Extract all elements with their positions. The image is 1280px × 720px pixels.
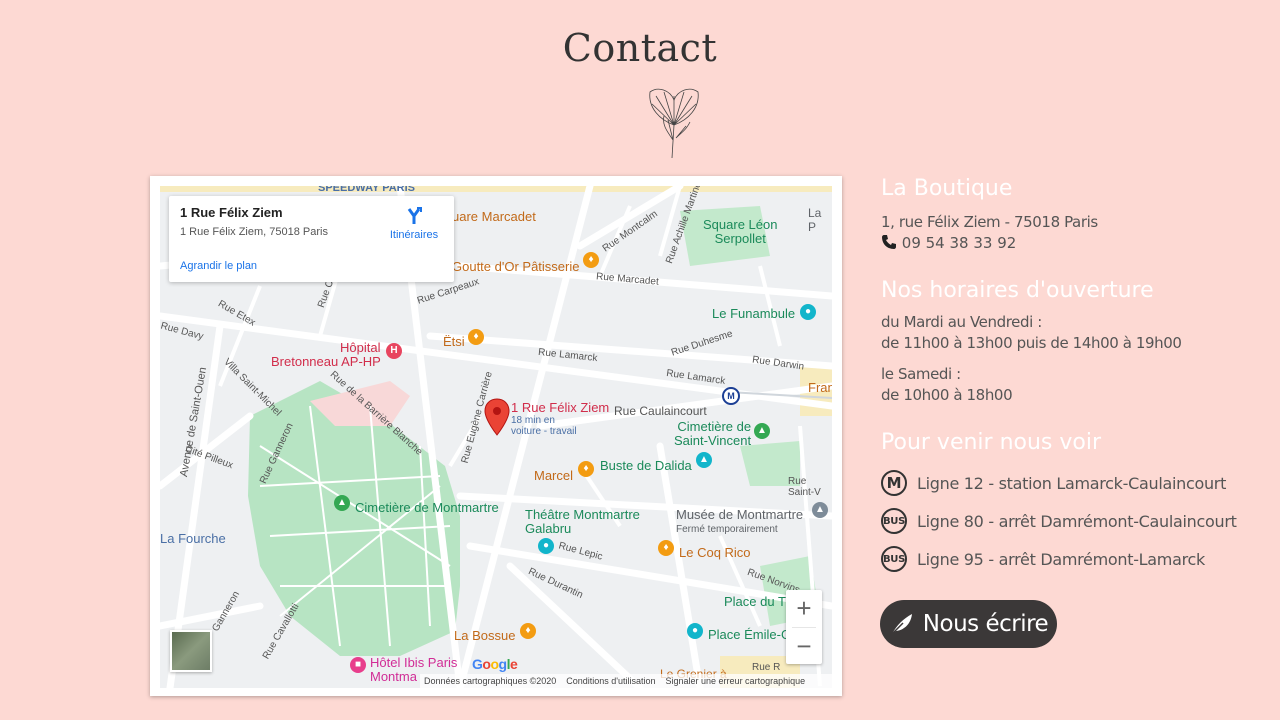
street-label: Rue Saint-V bbox=[788, 476, 821, 498]
hospital-icon[interactable]: H bbox=[386, 343, 402, 359]
directions-label: Itinéraires bbox=[389, 229, 439, 241]
info-title: 1 Rue Félix Ziem bbox=[180, 205, 283, 220]
directions-icon bbox=[407, 207, 422, 224]
park-icon[interactable]: ▲ bbox=[754, 423, 770, 439]
map-label: Fran bbox=[808, 380, 832, 395]
boutique-phone-row: 09 54 38 33 92 bbox=[881, 233, 1261, 254]
hours-saturday-times: de 10h00 à 18h00 bbox=[881, 386, 1013, 404]
info-address: 1 Rue Félix Ziem, 75018 Paris bbox=[180, 226, 328, 238]
restaurant-icon[interactable]: ♦ bbox=[520, 623, 536, 639]
theatre-icon[interactable]: ● bbox=[800, 304, 816, 320]
map-info-card: 1 Rue Félix Ziem 1 Rue Félix Ziem, 75018… bbox=[169, 196, 454, 282]
boutique-address: 1, rue Félix Ziem - 75018 Paris bbox=[881, 213, 1098, 231]
pin-travel-time: 18 min en voiture - travail bbox=[511, 415, 577, 437]
map-label: Goutte d'Or Pâtisserie bbox=[452, 259, 580, 274]
map-label: Cimetière de Saint-Vincent bbox=[674, 419, 752, 448]
google-logo: Google bbox=[472, 656, 518, 672]
contact-details: La Boutique 1, rue Félix Ziem - 75018 Pa… bbox=[881, 176, 1261, 578]
park-icon[interactable]: ▲ bbox=[334, 495, 350, 511]
map-label: Bretonneau AP-HP bbox=[271, 354, 381, 369]
hours-weekday-times: de 11h00 à 13h00 puis de 14h00 à 19h00 bbox=[881, 334, 1182, 352]
street-label: Rue R bbox=[752, 662, 781, 673]
hours-heading: Nos horaires d'ouverture bbox=[881, 278, 1154, 303]
monument-icon[interactable]: ▲ bbox=[696, 452, 712, 468]
hours-weekday-label: du Mardi au Vendredi : bbox=[881, 313, 1042, 331]
map-label: La P bbox=[808, 206, 822, 234]
map-label: La Fourche bbox=[160, 531, 226, 546]
map-label: Musée de Montmartre Fermé temporairement bbox=[676, 507, 804, 535]
boutique-phone[interactable]: 09 54 38 33 92 bbox=[902, 234, 1017, 252]
map-label: Place du T bbox=[724, 594, 786, 609]
map-label: Cimetière de Montmartre bbox=[355, 500, 499, 515]
restaurant-icon[interactable]: ♦ bbox=[468, 329, 484, 345]
map-label: uare Marcadet bbox=[452, 209, 536, 224]
transport-text: Ligne 12 - station Lamarck-Caulaincourt bbox=[917, 473, 1227, 493]
map-label: La Bossue bbox=[454, 628, 516, 643]
map-label: SPEEDWAY PARIS bbox=[318, 186, 415, 194]
map-label: Place Émile-G bbox=[708, 627, 792, 642]
metro-icon[interactable]: M bbox=[722, 387, 740, 405]
map-label: Square Léon Serpollet bbox=[703, 217, 778, 246]
transport-text: Ligne 80 - arrêt Damrémont-Caulaincourt bbox=[917, 511, 1237, 531]
map-label: Marcel bbox=[534, 468, 574, 483]
zoom-out-button[interactable]: − bbox=[786, 628, 822, 665]
map-label: Buste de Dalida bbox=[600, 458, 692, 473]
map-label: Le Funambule bbox=[712, 306, 796, 321]
directions-button[interactable]: Itinéraires bbox=[379, 206, 449, 241]
map-label: Le Coq Rico bbox=[679, 545, 751, 560]
zoom-control: + − bbox=[786, 590, 822, 664]
terms-link[interactable]: Conditions d'utilisation bbox=[566, 676, 655, 686]
transport-item: BUS Ligne 80 - arrêt Damrémont-Caulainco… bbox=[881, 502, 1261, 540]
zoom-in-button[interactable]: + bbox=[786, 590, 822, 627]
bus-icon: BUS bbox=[881, 546, 907, 572]
theatre-icon[interactable]: ● bbox=[538, 538, 554, 554]
feather-icon bbox=[891, 614, 912, 635]
enlarge-map-link[interactable]: Agrandir le plan bbox=[180, 260, 257, 272]
boutique-heading: La Boutique bbox=[881, 176, 1013, 201]
write-to-us-button[interactable]: Nous écrire bbox=[880, 600, 1057, 648]
map-footer: Données cartographiques ©2020 Conditions… bbox=[420, 674, 836, 688]
pin-label: 1 Rue Félix Ziem bbox=[511, 400, 610, 415]
metro-icon: M bbox=[881, 470, 907, 496]
write-to-us-label: Nous écrire bbox=[922, 611, 1049, 637]
museum-icon[interactable]: ▲ bbox=[812, 502, 828, 518]
transport-text: Ligne 95 - arrêt Damrémont-Lamarck bbox=[917, 549, 1205, 569]
ginkgo-leaf-icon bbox=[649, 88, 699, 159]
restaurant-icon[interactable]: ♦ bbox=[583, 252, 599, 268]
street-label: Rue Caulaincourt bbox=[614, 404, 707, 418]
bus-icon: BUS bbox=[881, 508, 907, 534]
restaurant-icon[interactable]: ♦ bbox=[578, 461, 594, 477]
transport-item: M Ligne 12 - station Lamarck-Caulaincour… bbox=[881, 464, 1261, 502]
map-label: Théâtre Montmartre Galabru bbox=[525, 507, 640, 536]
phone-icon bbox=[882, 235, 896, 249]
map-data-credit: Données cartographiques ©2020 bbox=[424, 676, 557, 686]
hours-saturday-label: le Samedi : bbox=[881, 365, 961, 383]
map-label: Ëtsi bbox=[443, 334, 465, 349]
map-label: Hôpital bbox=[340, 340, 381, 355]
access-heading: Pour venir nous voir bbox=[881, 430, 1102, 455]
page-title: Contact bbox=[562, 26, 718, 70]
camera-icon[interactable]: ● bbox=[687, 623, 703, 639]
hotel-icon[interactable]: ■ bbox=[350, 657, 366, 673]
satellite-toggle[interactable] bbox=[170, 630, 212, 672]
restaurant-icon[interactable]: ♦ bbox=[658, 540, 674, 556]
report-error-link[interactable]: Signaler une erreur cartographique bbox=[666, 676, 806, 686]
transport-item: BUS Ligne 95 - arrêt Damrémont-Lamarck bbox=[881, 540, 1261, 578]
location-pin-icon[interactable] bbox=[484, 398, 510, 436]
